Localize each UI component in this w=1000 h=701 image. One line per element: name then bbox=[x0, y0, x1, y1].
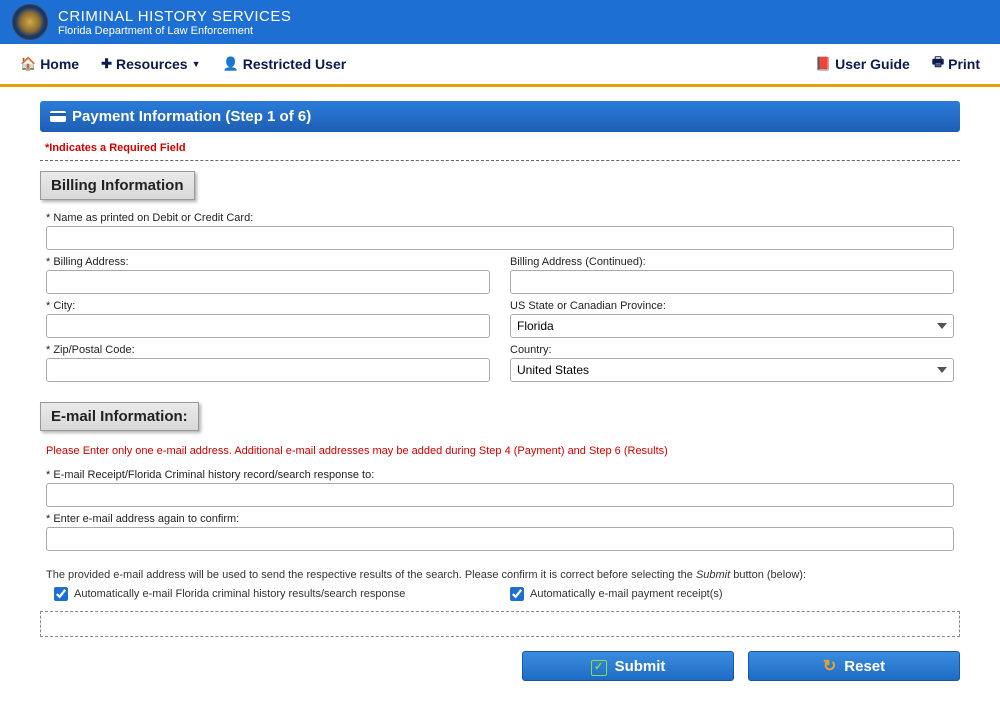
nav-home[interactable]: 🏠 Home bbox=[20, 53, 79, 75]
billing-form: * Name as printed on Debit or Credit Car… bbox=[40, 208, 960, 392]
email-note: Please Enter only one e-mail address. Ad… bbox=[46, 445, 954, 457]
checkbox-auto-receipt-input[interactable] bbox=[510, 587, 524, 601]
email1-label: * E-mail Receipt/Florida Criminal histor… bbox=[46, 469, 954, 481]
country-select[interactable]: United States bbox=[510, 358, 954, 382]
button-label: Reset bbox=[844, 658, 885, 675]
nav-label: Home bbox=[40, 56, 79, 72]
zip-label: * Zip/Postal Code: bbox=[46, 344, 490, 356]
divider bbox=[40, 160, 960, 161]
address-cont-label: Billing Address (Continued): bbox=[510, 256, 954, 268]
confirm-note: The provided e-mail address will be used… bbox=[46, 569, 954, 581]
city-input[interactable] bbox=[46, 314, 490, 338]
state-label: US State or Canadian Province: bbox=[510, 300, 954, 312]
email-section-title: E-mail Information: bbox=[40, 402, 199, 431]
checkbox-auto-results-input[interactable] bbox=[54, 587, 68, 601]
step-header: Payment Information (Step 1 of 6) bbox=[40, 101, 960, 132]
divider bbox=[0, 85, 1000, 87]
name-input[interactable] bbox=[46, 226, 954, 250]
name-label: * Name as printed on Debit or Credit Car… bbox=[46, 212, 954, 224]
plus-icon: ✚ bbox=[101, 56, 112, 72]
confirm-text-pre: The provided e-mail address will be used… bbox=[46, 569, 696, 581]
user-icon: 👤 bbox=[223, 56, 239, 72]
main-container: Payment Information (Step 1 of 6) *Indic… bbox=[30, 101, 970, 681]
country-label: Country: bbox=[510, 344, 954, 356]
nav-label: Print bbox=[948, 56, 980, 72]
book-icon: 📕 bbox=[815, 56, 831, 72]
email-form: * E-mail Receipt/Florida Criminal histor… bbox=[40, 465, 960, 561]
home-icon: 🏠 bbox=[20, 56, 36, 72]
address-input[interactable] bbox=[46, 270, 490, 294]
chevron-down-icon: ▼ bbox=[192, 59, 201, 69]
address-label: * Billing Address: bbox=[46, 256, 490, 268]
email2-label: * Enter e-mail address again to confirm: bbox=[46, 513, 954, 525]
nav-label: Restricted User bbox=[243, 56, 347, 72]
refresh-icon bbox=[823, 656, 836, 676]
city-label: * City: bbox=[46, 300, 490, 312]
step-title: Payment Information (Step 1 of 6) bbox=[72, 108, 311, 125]
credit-card-icon bbox=[50, 111, 66, 122]
checkbox-label: Automatically e-mail payment receipt(s) bbox=[530, 588, 723, 600]
nav-restricted-user[interactable]: 👤 Restricted User bbox=[223, 53, 347, 75]
nav-resources[interactable]: ✚ Resources ▼ bbox=[101, 53, 200, 75]
required-field-note: *Indicates a Required Field bbox=[45, 142, 955, 154]
check-icon bbox=[591, 657, 607, 676]
confirm-text-post: button (below): bbox=[730, 569, 806, 581]
nav-bar: 🏠 Home ✚ Resources ▼ 👤 Restricted User 📕… bbox=[0, 44, 1000, 85]
checkbox-auto-receipt[interactable]: Automatically e-mail payment receipt(s) bbox=[510, 587, 946, 601]
app-title: CRIMINAL HISTORY SERVICES bbox=[58, 8, 291, 25]
empty-dashed-area bbox=[40, 611, 960, 637]
print-icon: 🖶 bbox=[932, 53, 944, 75]
zip-input[interactable] bbox=[46, 358, 490, 382]
nav-user-guide[interactable]: 📕 User Guide bbox=[815, 53, 910, 75]
confirm-text-em: Submit bbox=[696, 569, 730, 581]
nav-print[interactable]: 🖶 Print bbox=[932, 53, 980, 75]
app-subtitle: Florida Department of Law Enforcement bbox=[58, 25, 291, 37]
checkbox-auto-results[interactable]: Automatically e-mail Florida criminal hi… bbox=[54, 587, 490, 601]
reset-button[interactable]: Reset bbox=[748, 651, 960, 681]
button-label: Submit bbox=[615, 658, 666, 675]
checkbox-label: Automatically e-mail Florida criminal hi… bbox=[74, 588, 405, 600]
billing-section-title: Billing Information bbox=[40, 171, 195, 200]
submit-button[interactable]: Submit bbox=[522, 651, 734, 681]
state-select[interactable]: Florida bbox=[510, 314, 954, 338]
email2-input[interactable] bbox=[46, 527, 954, 551]
agency-seal-icon bbox=[12, 4, 48, 40]
address-cont-input[interactable] bbox=[510, 270, 954, 294]
nav-label: Resources bbox=[116, 56, 188, 72]
nav-label: User Guide bbox=[835, 56, 910, 72]
email1-input[interactable] bbox=[46, 483, 954, 507]
app-header: CRIMINAL HISTORY SERVICES Florida Depart… bbox=[0, 0, 1000, 44]
